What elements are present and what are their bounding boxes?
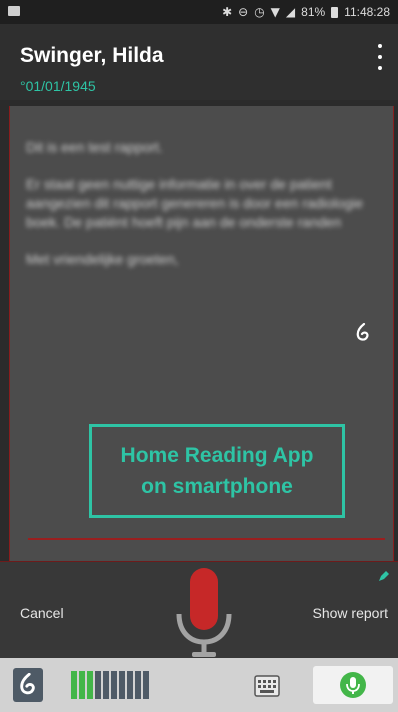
level-segment [79,671,85,699]
report-paragraph: Dit is een test rapport. [26,139,163,155]
patient-name: Swinger, Hilda [20,44,164,67]
level-segment [87,671,93,699]
microphone-icon [340,672,366,698]
patient-birth-date: °01/01/1945 [20,78,96,94]
image-notification-icon [8,6,20,16]
app-header: Swinger, Hilda °01/01/1945 [0,24,398,100]
keyboard-toolbar [0,658,398,712]
level-segment [127,671,133,699]
level-segment [111,671,117,699]
level-segment [71,671,77,699]
watermark-line-2: on smartphone [141,475,293,498]
level-segment [135,671,141,699]
status-icons: ✱ ⊖ ◷ ▼ ◢ 81% 11:48:28 [222,5,390,19]
level-segment [95,671,101,699]
voice-input-button[interactable] [313,666,393,704]
keyboard-icon [254,675,280,697]
keyboard-button[interactable] [252,671,282,701]
level-segment [143,671,149,699]
status-bar: ✱ ⊖ ◷ ▼ ◢ 81% 11:48:28 [0,0,398,24]
battery-icon [331,6,339,18]
more-vertical-icon[interactable] [376,44,384,70]
dragon-icon [20,673,35,695]
watermark-line-1: Home Reading App [120,444,314,467]
divider [28,538,385,540]
battery-percent: 81% [301,5,326,19]
microphone-icon[interactable] [172,566,236,658]
show-report-button[interactable]: Show report [313,605,388,621]
dragon-icon[interactable] [355,323,371,343]
signal-icon: ◢ [285,5,296,19]
report-paragraph: Met vriendelijke groeten, [26,251,179,267]
dictation-controls: Cancel Show report [0,561,398,658]
audio-level-meter [71,671,149,699]
report-paragraph: Er staat geen nuttige informatie in over… [26,176,364,230]
cancel-button[interactable]: Cancel [20,605,64,621]
level-segment [119,671,125,699]
do-not-disturb-icon: ⊖ [238,5,249,19]
dragon-button[interactable] [13,668,43,702]
level-segment [103,671,109,699]
watermark-label: Home Reading App on smartphone [89,424,345,518]
pencil-icon[interactable] [378,570,390,582]
alarm-icon: ◷ [254,5,265,19]
report-text: Dit is een test rapport. Er staat geen n… [26,138,366,287]
bluetooth-icon: ✱ [222,5,233,19]
clock: 11:48:28 [344,5,390,19]
wifi-icon: ▼ [270,5,280,19]
